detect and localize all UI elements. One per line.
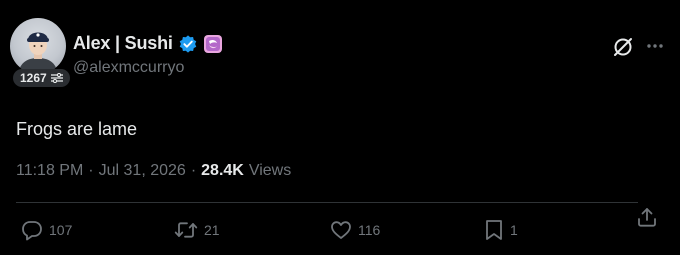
retweet-icon — [174, 222, 198, 238]
display-name[interactable]: Alex | Sushi — [73, 33, 173, 54]
verified-badge-icon — [179, 34, 196, 53]
views-label: Views — [248, 162, 292, 179]
reply-count: 107 — [49, 222, 73, 238]
views-count: 28.4K — [201, 162, 244, 179]
retweet-count: 21 — [204, 222, 220, 238]
name-row: Alex | Sushi — [73, 33, 223, 54]
meta-separator: · — [190, 162, 197, 179]
heart-icon — [331, 221, 351, 239]
share-icon — [638, 208, 656, 227]
follower-badge: 1267 — [13, 69, 70, 87]
retweet-button[interactable]: 21 — [174, 218, 220, 242]
bookmark-count: 1 — [510, 222, 518, 238]
tweet-time[interactable]: 11:18 PM — [16, 162, 83, 180]
divider — [16, 202, 638, 203]
meta-separator: · — [88, 162, 94, 179]
more-options-icon[interactable] — [645, 38, 665, 54]
tweet: 1267 Alex | Sushi @alexmccurryo Frogs ar… — [0, 0, 680, 255]
settings-sliders-icon — [50, 73, 63, 83]
badge-count-text: 1267 — [20, 71, 47, 85]
bookmark-icon — [486, 220, 502, 240]
like-count: 116 — [358, 222, 381, 238]
share-button[interactable] — [636, 205, 658, 229]
tweet-meta: 11:18 PM · Jul 31, 2026 · 28.4K Views — [16, 162, 291, 180]
grok-icon[interactable] — [612, 36, 634, 58]
avatar[interactable] — [10, 18, 66, 74]
tweet-date[interactable]: Jul 31, 2026 — [99, 162, 186, 180]
tweet-text: Frogs are lame — [16, 119, 138, 139]
author-handle[interactable]: @alexmccurryo — [73, 59, 184, 77]
reply-icon — [22, 221, 42, 241]
reply-button[interactable]: 107 — [21, 218, 72, 242]
like-button[interactable]: 116 — [330, 218, 380, 242]
affiliate-badge-icon[interactable] — [203, 34, 223, 54]
bookmark-button[interactable]: 1 — [484, 218, 518, 242]
